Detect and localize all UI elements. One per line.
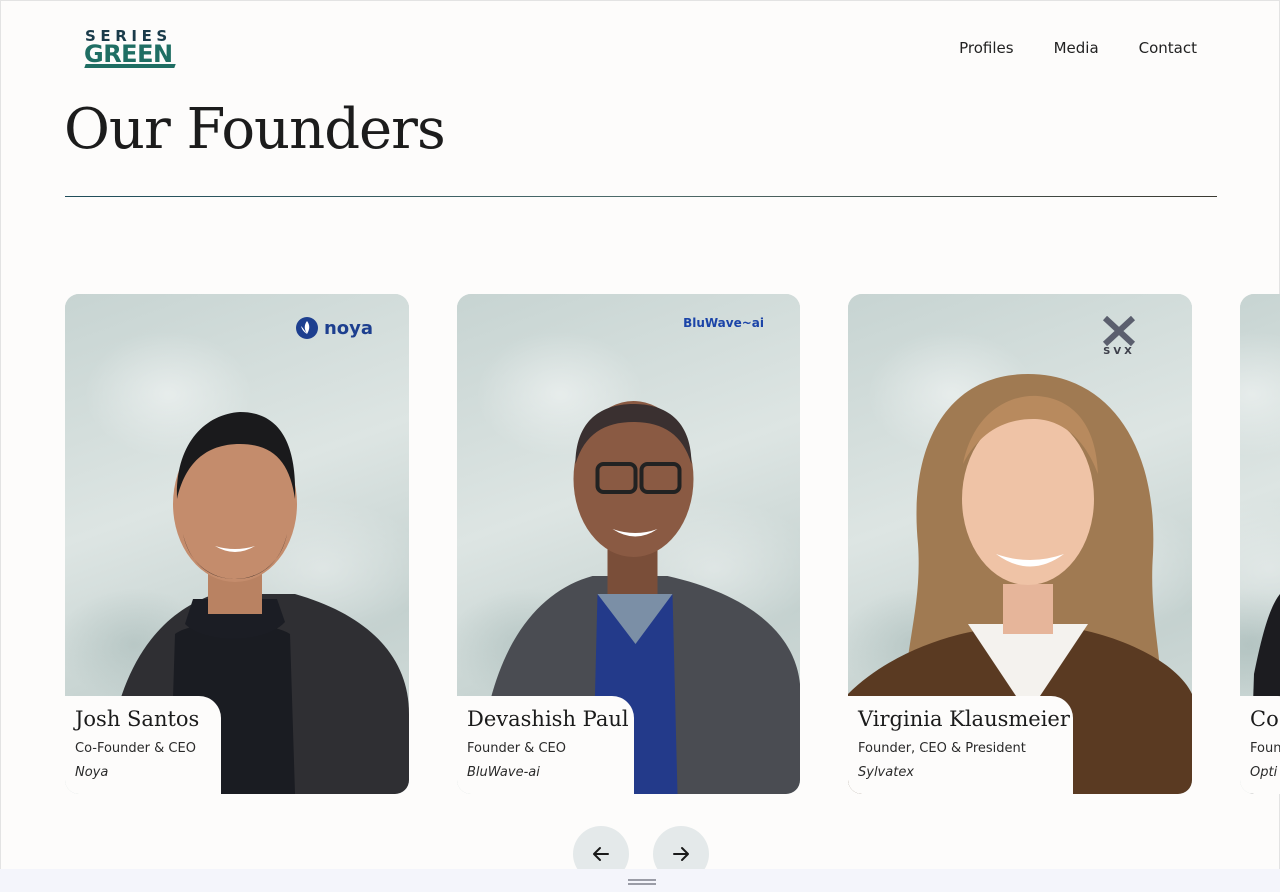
company-logo: SVX bbox=[1102, 316, 1136, 357]
page-title: Our Founders bbox=[64, 97, 446, 162]
founder-info: Virginia Klausmeier Founder, CEO & Presi… bbox=[848, 696, 1073, 794]
title-divider bbox=[65, 196, 1217, 197]
arrow-right-icon bbox=[673, 847, 689, 861]
nav-profiles-link[interactable]: Profiles bbox=[959, 38, 1013, 58]
nav-media-link[interactable]: Media bbox=[1054, 38, 1099, 58]
svx-x-icon bbox=[1102, 316, 1136, 346]
founder-card-devashish-paul[interactable]: BluWave~ai Devashish Paul Founder & CEO … bbox=[457, 294, 800, 794]
company-logo: noya bbox=[295, 316, 373, 340]
founder-role: Foun bbox=[1250, 741, 1280, 756]
founder-role: Founder & CEO bbox=[467, 741, 566, 756]
founder-info: Josh Santos Co-Founder & CEO Noya bbox=[65, 696, 221, 794]
founder-company: Sylvatex bbox=[858, 765, 915, 780]
brand-text: noya bbox=[323, 317, 373, 339]
founder-company: BluWave-ai bbox=[467, 765, 540, 780]
founder-name: Co bbox=[1250, 707, 1279, 731]
logo-underline bbox=[84, 64, 176, 68]
founder-card-josh-santos[interactable]: noya Josh Santos Co-Founder & CEO Noya bbox=[65, 294, 409, 794]
founder-name: Devashish Paul bbox=[467, 707, 629, 731]
nav-contact-link[interactable]: Contact bbox=[1139, 38, 1197, 58]
brand-text: BluWave~ai bbox=[683, 316, 764, 330]
founder-info: Co Foun Opti bbox=[1240, 696, 1280, 794]
founder-role: Co-Founder & CEO bbox=[75, 741, 196, 756]
founder-company: Noya bbox=[75, 765, 109, 780]
series-green-logo[interactable]: SERIES GREEN bbox=[84, 28, 180, 72]
founder-company: Opti bbox=[1250, 765, 1278, 780]
brand-text: SVX bbox=[1103, 346, 1135, 357]
founder-info: Devashish Paul Founder & CEO BluWave-ai bbox=[457, 696, 634, 794]
founder-card-partial[interactable]: Co Foun Opti bbox=[1240, 294, 1280, 794]
noya-logo-icon bbox=[295, 317, 318, 339]
founder-card-virginia-klausmeier[interactable]: SVX Virginia Klausmeier Founder, CEO & P… bbox=[848, 294, 1192, 794]
founder-role: Founder, CEO & President bbox=[858, 741, 1026, 756]
arrow-left-icon bbox=[593, 847, 609, 861]
founder-name: Virginia Klausmeier bbox=[858, 707, 1070, 731]
founder-name: Josh Santos bbox=[75, 707, 200, 731]
main-nav: Profiles Media Contact bbox=[959, 38, 1197, 58]
drag-handle-icon[interactable] bbox=[628, 879, 656, 885]
company-logo: BluWave~ai bbox=[683, 316, 764, 330]
